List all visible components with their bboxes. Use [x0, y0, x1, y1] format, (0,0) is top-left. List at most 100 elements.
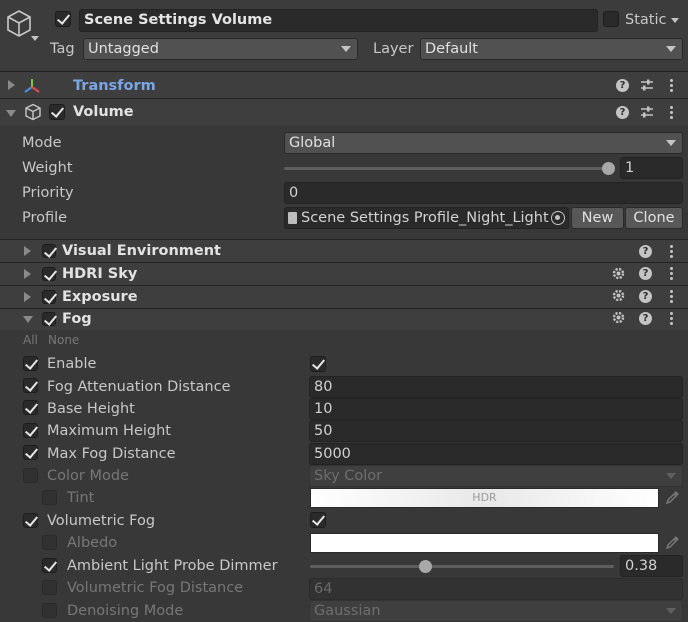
override-albedo-checkbox[interactable]	[42, 535, 57, 550]
vol-fog-distance-label: Volumetric Fog Distance	[67, 580, 244, 596]
help-icon[interactable]: ?	[616, 106, 629, 119]
exposure-title[interactable]: Exposure	[62, 287, 138, 307]
denoising-mode-value: Gaussian	[314, 603, 381, 619]
max-fog-distance-label: Max Fog Distance	[47, 446, 176, 462]
context-menu-icon[interactable]	[670, 79, 673, 92]
tint-label: Tint	[67, 490, 95, 506]
override-base-height-checkbox[interactable]	[23, 400, 38, 415]
gear-icon[interactable]	[611, 310, 626, 325]
chevron-down-icon	[666, 140, 676, 146]
priority-field[interactable]: 0	[284, 182, 683, 204]
mode-dropdown[interactable]: Global	[284, 132, 683, 154]
volumetric-fog-checkbox[interactable]	[310, 512, 326, 528]
context-menu-icon[interactable]	[670, 267, 673, 280]
override-enable-checkbox[interactable]	[23, 356, 38, 371]
gear-icon[interactable]	[611, 266, 626, 281]
clone-profile-button[interactable]: Clone	[625, 207, 683, 229]
weight-slider-knob[interactable]	[601, 162, 615, 175]
visual-environment-title[interactable]: Visual Environment	[62, 241, 221, 261]
hdri-sky-checkbox[interactable]	[42, 267, 56, 281]
layer-label: Layer	[373, 41, 414, 57]
expand-arrow-icon[interactable]	[24, 246, 31, 256]
context-menu-icon[interactable]	[670, 245, 673, 258]
context-menu-icon[interactable]	[670, 312, 673, 325]
weight-field[interactable]: 1	[620, 157, 683, 179]
help-icon[interactable]: ?	[639, 290, 652, 303]
preset-sliders-icon[interactable]	[640, 105, 654, 119]
max-fog-distance-field[interactable]: 5000	[309, 443, 683, 465]
icon-dropdown-arrow-icon[interactable]	[31, 36, 39, 41]
fog-title[interactable]: Fog	[62, 309, 92, 329]
eyedropper-icon[interactable]	[665, 490, 680, 505]
tint-color-field[interactable]: HDR	[310, 488, 659, 508]
albedo-label: Albedo	[67, 535, 118, 551]
tag-value: Untagged	[88, 41, 159, 57]
override-color-mode-checkbox[interactable]	[23, 468, 38, 483]
active-checkbox[interactable]	[55, 11, 71, 27]
override-denoising-mode-checkbox[interactable]	[42, 603, 57, 618]
priority-label: Priority	[22, 185, 74, 201]
override-vol-fog-distance-checkbox[interactable]	[42, 580, 57, 595]
override-fog-header[interactable]	[0, 309, 688, 330]
help-icon[interactable]: ?	[639, 267, 652, 280]
enable-checkbox[interactable]	[310, 356, 326, 372]
help-icon[interactable]: ?	[639, 312, 652, 325]
expand-arrow-icon[interactable]	[24, 269, 31, 279]
albedo-color-field[interactable]	[310, 533, 659, 553]
color-mode-dropdown[interactable]: Sky Color	[309, 465, 683, 487]
denoising-mode-dropdown[interactable]: Gaussian	[309, 600, 683, 622]
help-icon[interactable]: ?	[616, 79, 629, 92]
ambient-probe-field[interactable]: 0.38	[620, 555, 683, 577]
expand-arrow-icon[interactable]	[8, 80, 15, 90]
exposure-checkbox[interactable]	[42, 290, 56, 304]
maximum-height-field[interactable]: 50	[309, 420, 683, 442]
context-menu-icon[interactable]	[670, 290, 673, 303]
preset-sliders-icon[interactable]	[640, 78, 654, 92]
tint-hdr-label: HDR	[472, 491, 497, 504]
tag-dropdown[interactable]: Untagged	[83, 38, 358, 60]
transform-title[interactable]: Transform	[73, 76, 156, 96]
chevron-down-icon	[666, 608, 676, 614]
eyedropper-icon[interactable]	[665, 535, 680, 550]
hdri-sky-title[interactable]: HDRI Sky	[62, 264, 137, 284]
weight-slider-track[interactable]	[284, 167, 608, 170]
static-dropdown-arrow-icon[interactable]	[671, 18, 679, 23]
new-profile-button[interactable]: New	[571, 207, 624, 229]
object-picker-icon[interactable]	[551, 211, 565, 225]
profile-label: Profile	[22, 210, 68, 226]
override-fog-attenuation-checkbox[interactable]	[23, 378, 38, 393]
override-tint-checkbox[interactable]	[42, 490, 57, 505]
ambient-probe-label: Ambient Light Probe Dimmer	[67, 558, 278, 574]
select-all-link[interactable]: All	[23, 330, 38, 350]
static-label: Static	[625, 12, 667, 28]
ambient-probe-slider-knob[interactable]	[419, 560, 433, 573]
base-height-field[interactable]: 10	[309, 398, 683, 420]
chevron-down-icon	[666, 46, 676, 52]
gameobject-cube-icon	[7, 10, 31, 37]
help-icon[interactable]: ?	[639, 245, 652, 258]
context-menu-icon[interactable]	[670, 106, 673, 119]
gear-icon[interactable]	[611, 288, 626, 303]
fog-checkbox[interactable]	[42, 312, 56, 326]
collapse-arrow-icon[interactable]	[6, 110, 16, 117]
transform-axes-icon	[24, 79, 40, 93]
chevron-down-icon	[341, 46, 351, 52]
volume-enabled-checkbox[interactable]	[49, 104, 65, 120]
ambient-probe-slider-track[interactable]	[310, 565, 614, 568]
visual-environment-checkbox[interactable]	[42, 244, 56, 258]
fog-attenuation-field[interactable]: 80	[309, 376, 683, 398]
collapse-arrow-icon[interactable]	[23, 316, 33, 323]
profile-asset-icon	[288, 212, 297, 224]
select-none-link[interactable]: None	[48, 330, 79, 350]
override-maximum-height-checkbox[interactable]	[23, 423, 38, 438]
object-name-field[interactable]: Scene Settings Volume	[79, 9, 598, 32]
static-checkbox[interactable]	[603, 11, 619, 27]
override-volumetric-fog-checkbox[interactable]	[23, 513, 38, 528]
override-ambient-probe-checkbox[interactable]	[42, 558, 57, 573]
profile-field[interactable]: Scene Settings Profile_Night_Light	[284, 207, 569, 229]
vol-fog-distance-field[interactable]: 64	[309, 578, 683, 600]
layer-dropdown[interactable]: Default	[420, 38, 683, 60]
override-max-fog-distance-checkbox[interactable]	[23, 445, 38, 460]
volume-title[interactable]: Volume	[73, 102, 134, 122]
expand-arrow-icon[interactable]	[24, 292, 31, 302]
